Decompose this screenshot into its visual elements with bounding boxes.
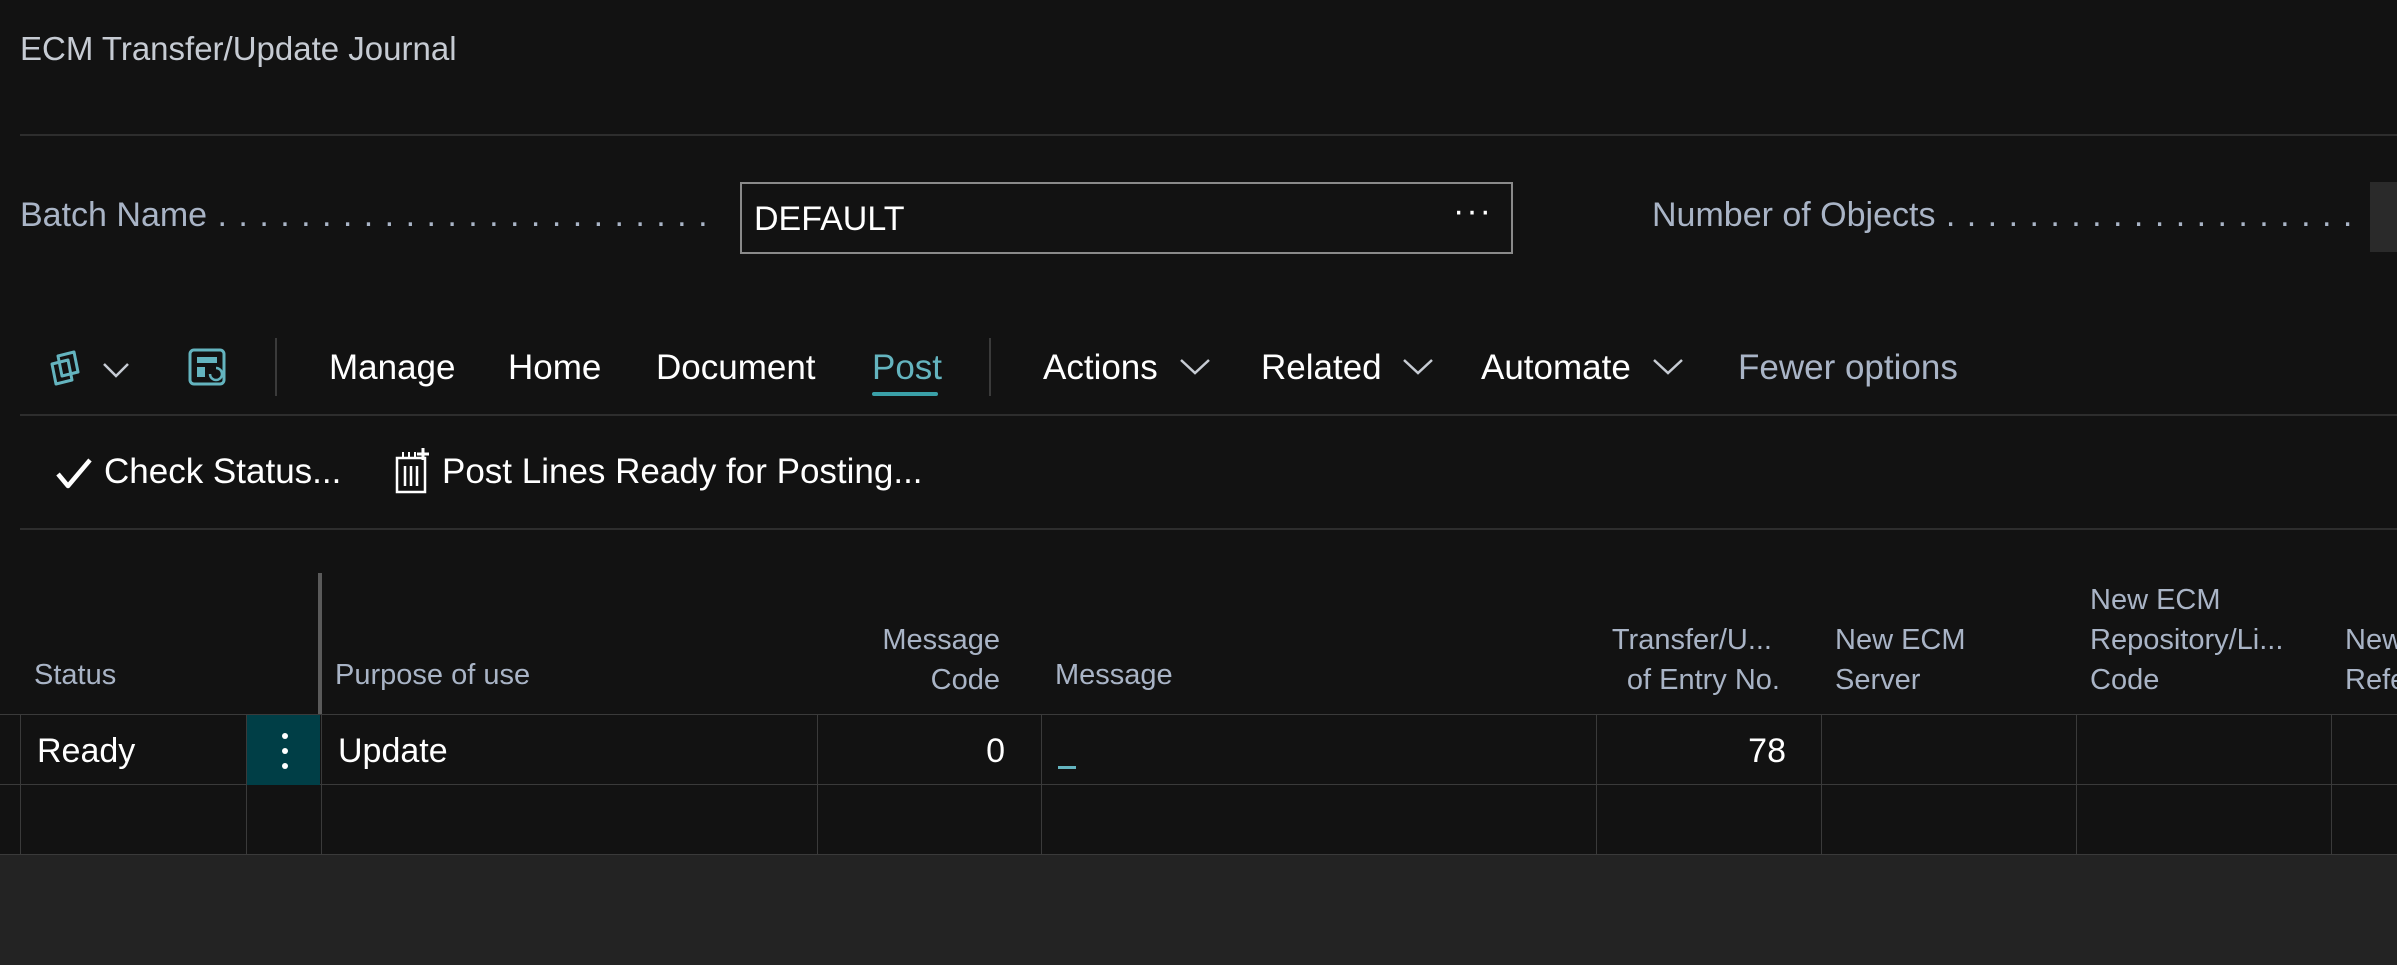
actionbar-divider xyxy=(20,414,2397,416)
page-title: ECM Transfer/Update Journal xyxy=(20,30,457,67)
table-header-divider xyxy=(0,714,2397,715)
menu-related-label: Related xyxy=(1261,348,1382,387)
check-status-button[interactable]: Check Status... xyxy=(104,452,341,492)
post-lines-ready-button[interactable]: Post Lines Ready for Posting... xyxy=(442,452,923,492)
column-header-new-server-line1: New ECM xyxy=(1835,624,1966,656)
cell-divider xyxy=(2331,715,2332,855)
cell-divider xyxy=(20,715,21,855)
column-header-new-repo-line2: Repository/Li... xyxy=(2090,624,2284,656)
chevron-down-icon xyxy=(1179,358,1210,375)
more-vertical-icon xyxy=(282,733,288,769)
cell-message-code[interactable]: 0 xyxy=(840,732,1005,771)
fewer-options-button[interactable]: Fewer options xyxy=(1738,348,1958,388)
subaction-divider xyxy=(20,528,2397,530)
column-header-new-reference[interactable]: New Refe xyxy=(2345,620,2397,700)
cell-status[interactable]: Ready xyxy=(37,732,135,771)
column-header-new-repo-line1: New ECM xyxy=(2090,584,2221,616)
table-row-divider xyxy=(0,854,2397,855)
row-actions-button[interactable] xyxy=(247,715,320,785)
column-header-new-ref-line2: Refe xyxy=(2345,664,2397,696)
column-header-new-ref-line1: New xyxy=(2345,624,2397,656)
page: ECM Transfer/Update Journal Batch Name D… xyxy=(0,0,2397,965)
column-header-transfer-line1: Transfer/U... xyxy=(1611,624,1772,656)
column-resize-handle[interactable] xyxy=(318,573,322,715)
cell-divider xyxy=(817,715,818,855)
personalize-layout-icon[interactable] xyxy=(188,348,228,393)
cell-purpose[interactable]: Update xyxy=(338,732,448,771)
batch-name-label: Batch Name xyxy=(20,196,720,235)
menu-actions-label: Actions xyxy=(1043,348,1158,387)
chevron-down-icon xyxy=(1403,358,1434,375)
content-area: ECM Transfer/Update Journal Batch Name D… xyxy=(0,0,2397,855)
cell-divider xyxy=(1821,715,1822,855)
table-row-divider xyxy=(0,784,2397,785)
cell-divider xyxy=(2076,715,2077,855)
column-header-transfer-line2: of Entry No. xyxy=(1626,664,1780,696)
number-of-objects-field[interactable] xyxy=(2370,182,2397,252)
checkmark-icon xyxy=(54,456,94,497)
menu-automate[interactable]: Automate xyxy=(1481,348,1685,388)
cell-transfer-entry-no[interactable]: 78 xyxy=(1600,732,1786,771)
column-header-status[interactable]: Status xyxy=(34,655,116,695)
tab-document[interactable]: Document xyxy=(656,348,816,388)
batch-name-field[interactable]: DEFAULT ··· xyxy=(740,182,1513,254)
copilot-icon[interactable] xyxy=(48,346,92,395)
column-header-transfer-entry-no[interactable]: Transfer/U... of Entry No. xyxy=(1560,620,1780,700)
tab-home[interactable]: Home xyxy=(508,348,601,388)
cell-divider xyxy=(1041,715,1042,855)
column-header-purpose[interactable]: Purpose of use xyxy=(335,655,530,695)
column-header-new-ecm-server[interactable]: New ECM Server xyxy=(1835,620,1966,700)
batch-name-lookup-button[interactable]: ··· xyxy=(1453,192,1493,231)
tab-post-underline xyxy=(872,392,938,396)
column-header-message-code-line1: Message xyxy=(882,624,1000,656)
menu-automate-label: Automate xyxy=(1481,348,1631,387)
batch-name-value[interactable]: DEFAULT xyxy=(754,200,905,239)
copilot-chevron-down-icon[interactable] xyxy=(101,360,131,385)
number-of-objects-label: Number of Objects xyxy=(1652,196,2352,235)
post-batch-icon xyxy=(393,448,431,499)
tab-manage[interactable]: Manage xyxy=(329,348,455,388)
column-header-new-server-line2: Server xyxy=(1835,664,1921,696)
title-divider xyxy=(20,134,2397,136)
chevron-down-icon xyxy=(1652,358,1683,375)
menu-actions[interactable]: Actions xyxy=(1043,348,1212,388)
actionbar-separator xyxy=(275,338,277,396)
actionbar-separator-2 xyxy=(989,338,991,396)
tab-post[interactable]: Post xyxy=(872,348,942,388)
column-header-message[interactable]: Message xyxy=(1055,655,1173,695)
menu-related[interactable]: Related xyxy=(1261,348,1435,388)
column-header-new-ecm-repository[interactable]: New ECM Repository/Li... Code xyxy=(2090,580,2283,700)
cell-divider xyxy=(1596,715,1597,855)
cell-message-cursor xyxy=(1058,766,1076,769)
column-header-new-repo-line3: Code xyxy=(2090,664,2160,696)
column-header-message-code[interactable]: Message Code xyxy=(840,620,1000,700)
column-header-message-code-line2: Code xyxy=(930,664,1000,696)
cell-divider xyxy=(321,715,322,855)
